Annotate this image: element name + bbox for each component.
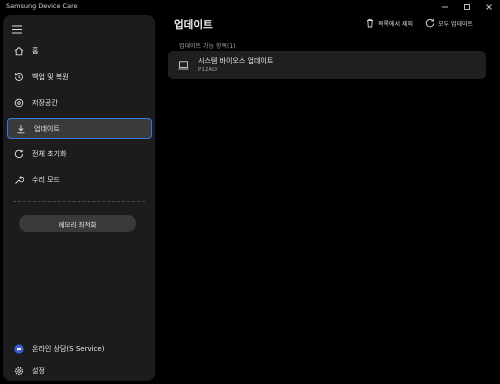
sidebar-item-label: 저장공간	[32, 99, 58, 107]
window-controls	[434, 0, 500, 14]
maximize-button[interactable]	[456, 0, 478, 14]
memory-optimize-button[interactable]: 메모리 최적화	[19, 215, 136, 232]
sidebar-item-backup-restore[interactable]: 백업 및 복원	[6, 67, 152, 87]
available-updates-label: 업데이트 가능 항목(1)	[179, 43, 236, 50]
sidebar-item-storage[interactable]: 저장공간	[6, 93, 152, 113]
remove-from-list-label: 목록에서 제외	[378, 20, 414, 28]
minimize-button[interactable]	[434, 0, 456, 14]
gear-icon	[14, 366, 24, 376]
close-button[interactable]	[478, 0, 500, 14]
main-content: 업데이트 목록에서 제외 모두 업데이트 업데이트 가능 항목(1) 시스템 바…	[160, 15, 496, 381]
home-icon	[14, 46, 24, 56]
sidebar-item-label: 홈	[32, 47, 39, 55]
update-item-title: 시스템 바이오스 업데이트	[198, 57, 274, 65]
sidebar: 홈 백업 및 복원 저장공간 업데이트 전체 초기화 수리 모드 메모리 최적화	[3, 15, 155, 381]
sidebar-item-label: 업데이트	[34, 124, 60, 133]
hamburger-menu-icon[interactable]	[12, 25, 22, 34]
storage-icon	[14, 98, 24, 108]
sidebar-item-online-support[interactable]: 온라인 상담(S Service)	[6, 340, 152, 358]
app-title: Samsung Device Care	[6, 2, 78, 10]
sidebar-item-label: 백업 및 복원	[32, 73, 69, 81]
remove-from-list-button[interactable]: 목록에서 제외	[365, 18, 413, 28]
download-icon	[16, 124, 26, 134]
sidebar-item-label: 전체 초기화	[32, 150, 67, 158]
laptop-icon	[178, 61, 189, 70]
page-title: 업데이트	[174, 19, 213, 31]
sidebar-item-label: 온라인 상담(S Service)	[32, 345, 105, 353]
close-icon	[486, 4, 492, 10]
reset-icon	[14, 149, 24, 159]
trash-icon	[367, 18, 373, 28]
title-bar: Samsung Device Care	[0, 0, 500, 14]
sidebar-item-repair-mode[interactable]: 수리 모드	[6, 170, 152, 190]
sidebar-item-factory-reset[interactable]: 전체 초기화	[6, 144, 152, 164]
update-all-label: 모두 업데이트	[438, 20, 474, 28]
sidebar-item-label: 수리 모드	[32, 176, 60, 184]
history-icon	[14, 72, 24, 82]
maximize-icon	[464, 4, 470, 10]
sidebar-divider	[13, 201, 145, 202]
minimize-icon	[442, 6, 448, 8]
sidebar-item-label: 설정	[32, 367, 45, 375]
sidebar-item-settings[interactable]: 설정	[6, 362, 152, 380]
chat-icon	[14, 344, 24, 354]
sidebar-item-update[interactable]: 업데이트	[7, 118, 152, 139]
sidebar-item-home[interactable]: 홈	[6, 41, 152, 61]
wrench-icon	[14, 175, 24, 185]
refresh-icon	[425, 18, 435, 28]
update-item-version: P12ALY	[198, 67, 218, 73]
update-all-button[interactable]: 모두 업데이트	[425, 18, 473, 28]
update-item[interactable]: 시스템 바이오스 업데이트 P12ALY	[168, 51, 486, 79]
